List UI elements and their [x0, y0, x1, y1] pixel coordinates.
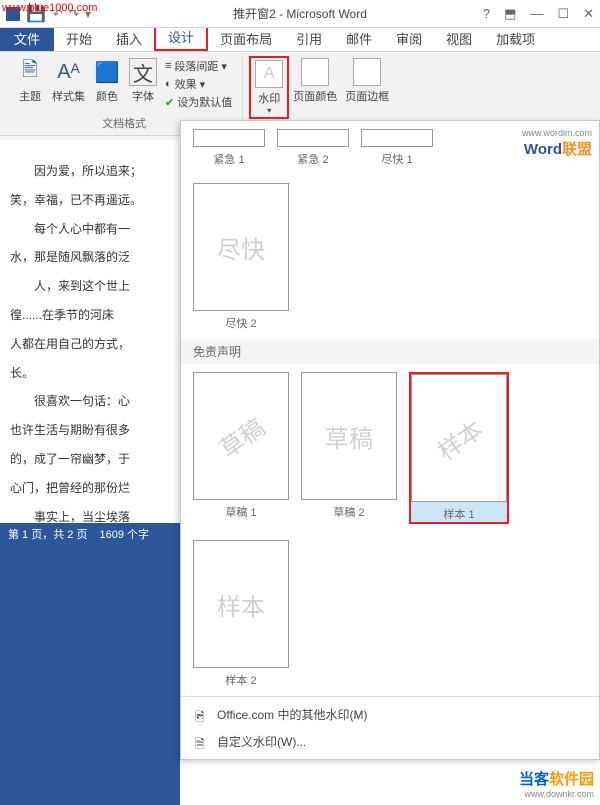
tab-file[interactable]: 文件 [0, 26, 54, 51]
background-fill [0, 545, 180, 805]
effects-icon: ◐ [165, 78, 172, 90]
word-count[interactable]: 1609 个字 [99, 526, 149, 542]
tab-insert[interactable]: 插入 [104, 26, 154, 51]
tab-review[interactable]: 审阅 [384, 26, 434, 51]
doc-format-label: 文档格式 [102, 115, 146, 131]
spacing-icon: ≡ [165, 60, 171, 72]
minimize-icon[interactable]: — [530, 6, 543, 22]
ribbon-options-icon[interactable]: ⬒ [504, 6, 516, 22]
overlay-url: www.blue1000.com [2, 2, 97, 14]
tab-layout[interactable]: 页面布局 [208, 26, 284, 51]
close-icon[interactable]: ✕ [583, 6, 594, 22]
maximize-icon[interactable]: ☐ [557, 6, 569, 22]
wm-yangben-2[interactable]: 样本样本 2 [193, 540, 289, 688]
downkr-logo: 当客软件园 www.downkr.com [519, 768, 594, 799]
set-default-button[interactable]: ✔设为默认值 [165, 94, 232, 110]
office-icon: 🖻 [195, 708, 209, 722]
menu-remove-watermark[interactable]: ✖删除水印(R) [181, 755, 599, 760]
gallery-section-disclaimer: 免责声明 [181, 339, 599, 364]
wm-yangben-1[interactable]: 样本样本 1 [409, 372, 509, 524]
wm-jinkual-2[interactable]: 尽快 尽快 2 [193, 183, 289, 331]
fonts-button[interactable]: 文字体 [125, 56, 161, 112]
menu-office-watermarks[interactable]: 🖻Office.com 中的其他水印(M) [181, 701, 599, 728]
wm-jinji-2[interactable]: 紧急 2 [277, 129, 349, 167]
page-indicator[interactable]: 第 1 页，共 2 页 [8, 526, 87, 542]
help-icon[interactable]: ? [483, 6, 490, 22]
tab-home[interactable]: 开始 [54, 26, 104, 51]
window-title: 推开窗2 - Microsoft Word [233, 5, 367, 22]
page-icon: 🗎 [195, 735, 209, 749]
tab-addins[interactable]: 加载项 [484, 26, 547, 51]
wm-jinji-1[interactable]: 紧急 1 [193, 129, 265, 167]
colors-button[interactable]: 🟦颜色 [89, 56, 125, 112]
wm-caogao-1[interactable]: 草稿草稿 1 [193, 372, 289, 524]
page-color-button[interactable]: 页面颜色 [289, 56, 341, 119]
ribbon-tabs: 文件 开始 插入 设计 页面布局 引用 邮件 审阅 视图 加载项 [0, 28, 600, 52]
menu-custom-watermark[interactable]: 🗎自定义水印(W)... [181, 728, 599, 755]
effects-button[interactable]: ◐效果▾ [165, 76, 232, 92]
theme-button[interactable]: 🖹主题 [12, 56, 48, 112]
watermark-gallery: 紧急 1 紧急 2 尽快 1 尽快 尽快 2 免责声明 草稿草稿 1 草稿草稿 … [180, 120, 600, 760]
document-body[interactable]: 因为爱，所以追来； 笑，幸福，已不再遥远。 每个人心中都有一 水，那是随风飘落的… [0, 140, 180, 540]
watermark-button[interactable]: 水印▾ [249, 56, 289, 119]
gallery-menu: 🖻Office.com 中的其他水印(M) 🗎自定义水印(W)... ✖删除水印… [181, 696, 599, 760]
tab-mail[interactable]: 邮件 [334, 26, 384, 51]
tab-references[interactable]: 引用 [284, 26, 334, 51]
page-border-button[interactable]: 页面边框 [341, 56, 393, 119]
tab-view[interactable]: 视图 [434, 26, 484, 51]
check-icon: ✔ [165, 96, 174, 109]
word-lianmeng-logo: Word联盟 [524, 138, 592, 159]
para-spacing-button[interactable]: ≡段落间距▾ [165, 58, 232, 74]
brand-url: www.wordlm.com [522, 128, 592, 138]
wm-caogao-2[interactable]: 草稿草稿 2 [301, 372, 397, 524]
wm-jinkual-1[interactable]: 尽快 1 [361, 129, 433, 167]
styleset-button[interactable]: Aᴬ样式集 [48, 56, 89, 112]
status-bar: 第 1 页，共 2 页 1609 个字 [0, 523, 180, 545]
